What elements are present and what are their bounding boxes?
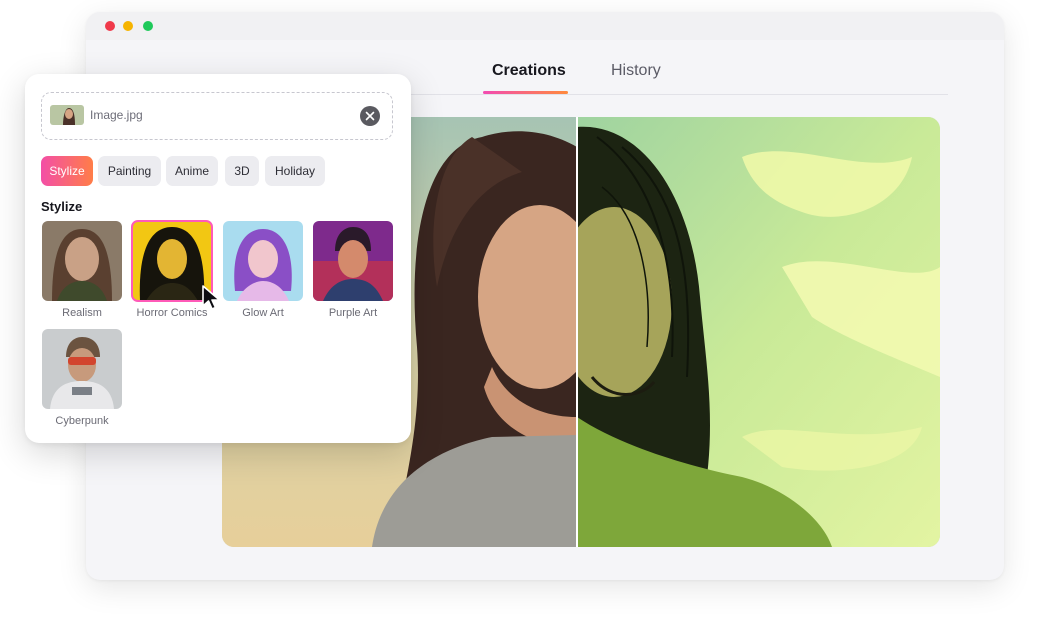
chip-3d[interactable]: 3D xyxy=(225,156,259,186)
tab-divider xyxy=(396,94,948,95)
mouse-pointer-icon xyxy=(202,285,221,310)
remove-image-button[interactable] xyxy=(360,106,380,126)
tab-history[interactable]: History xyxy=(611,62,661,80)
style-panel: Image.jpg Stylize Painting Anime 3D Holi… xyxy=(25,74,411,443)
close-icon xyxy=(365,111,375,121)
maximize-window-button[interactable] xyxy=(143,21,153,31)
section-title: Stylize xyxy=(41,199,83,214)
style-label: Glow Art xyxy=(242,307,284,319)
chip-anime[interactable]: Anime xyxy=(166,156,218,186)
glow-art-thumbnail xyxy=(223,221,303,301)
style-label: Cyberpunk xyxy=(55,415,109,427)
uploaded-filename: Image.jpg xyxy=(90,108,143,122)
uploaded-image-thumbnail xyxy=(50,105,84,125)
upload-dropzone[interactable]: Image.jpg xyxy=(41,92,393,140)
photo-thumbnail-icon xyxy=(50,105,84,125)
chip-holiday[interactable]: Holiday xyxy=(265,156,325,186)
comparison-divider-handle[interactable] xyxy=(576,117,578,547)
style-label: Purple Art xyxy=(328,307,378,319)
close-window-button[interactable] xyxy=(105,21,115,31)
title-bar xyxy=(86,12,1004,40)
chip-stylize[interactable]: Stylize xyxy=(41,156,93,186)
tab-creations[interactable]: Creations xyxy=(492,62,566,80)
style-label: Realism xyxy=(62,307,102,319)
stylized-result xyxy=(577,117,940,547)
minimize-window-button[interactable] xyxy=(123,21,133,31)
realism-thumbnail xyxy=(42,221,122,301)
purple-art-thumbnail xyxy=(313,221,393,301)
cyberpunk-thumbnail xyxy=(42,329,122,409)
horror-comics-thumbnail xyxy=(131,220,213,302)
chip-painting[interactable]: Painting xyxy=(98,156,161,186)
